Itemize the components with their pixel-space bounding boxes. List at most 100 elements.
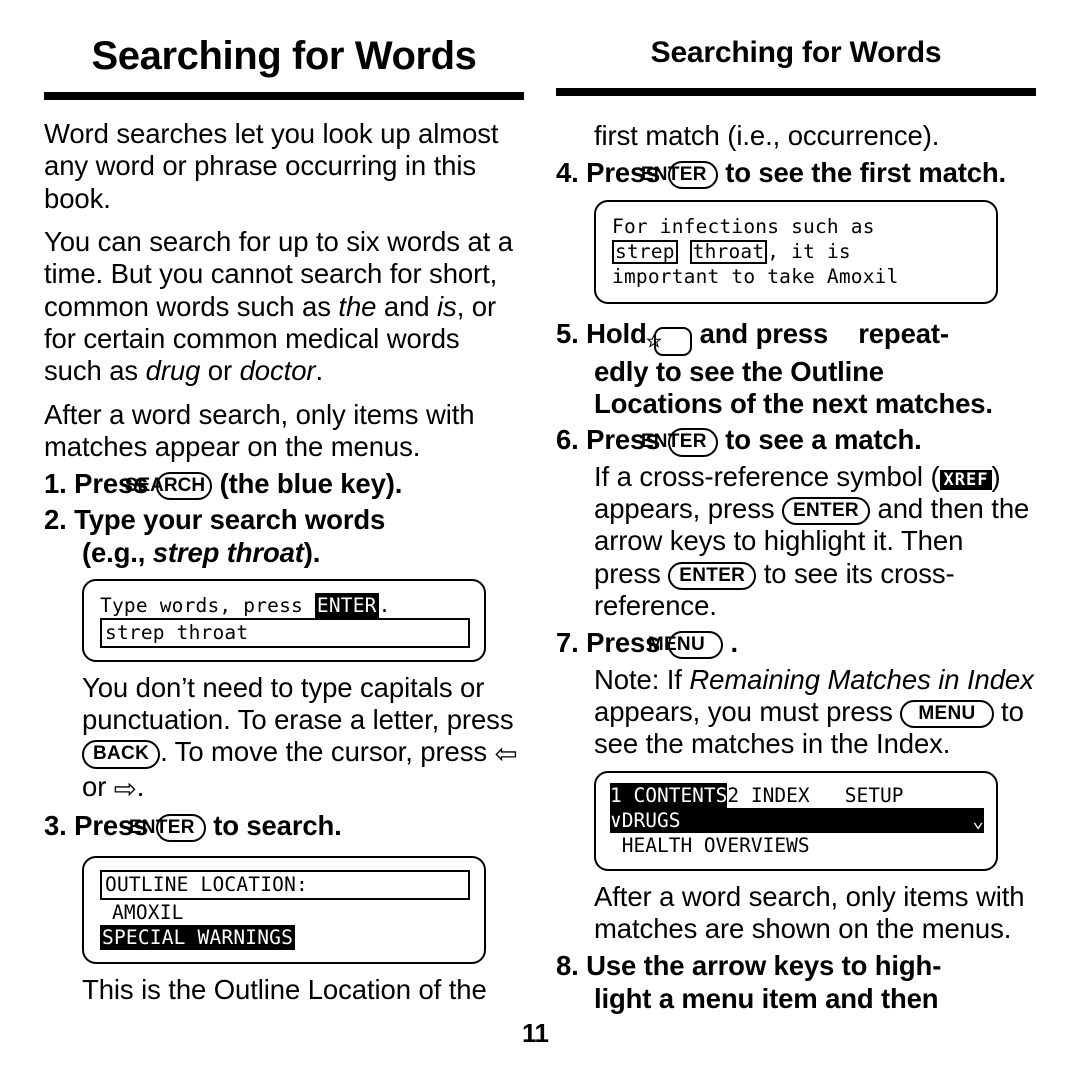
search-key-icon: SEARCH	[125, 472, 213, 501]
left-column: Searching for Words Word searches let yo…	[44, 0, 524, 1018]
step-2-line2-post: ).	[303, 536, 321, 568]
back-key-icon: BACK	[82, 740, 161, 769]
cross-reference-note: If a cross-reference symbol (XREF) appea…	[594, 461, 1036, 623]
step-6: 6. Press ENTER to see a match.	[556, 424, 1036, 457]
lcd-menu-screen: 1 CONTENTS 2 INDEX SETUP ∨DRUGS ⌄ HEALTH O…	[594, 770, 998, 871]
step-2-search-terms: strep throat	[152, 536, 304, 568]
intro-paragraph-2: You can search for up to six words at a …	[44, 226, 524, 388]
lcd-outline-row-2-label[interactable]: SPECIAL WARNINGS	[100, 925, 296, 951]
lcd-match-text-screen: For infections such as strep throat, it …	[594, 199, 998, 304]
intro2-part-e: .	[315, 355, 323, 387]
step-7-post: .	[730, 627, 738, 659]
lcd-outline-header: OUTLINE LOCATION:	[100, 870, 470, 900]
step-7: 7. Press MENU .	[556, 627, 1036, 660]
typing-note-c: or	[82, 770, 114, 802]
step-5-pre: Hold	[586, 317, 647, 349]
intro2-italic-is: is	[437, 290, 457, 322]
enter-key-icon: ENTER	[641, 428, 718, 457]
star-key-icon	[646, 326, 693, 356]
lcd-match-line-2: strep throat, it is	[612, 239, 982, 265]
intro2-italic-doctor: doctor	[239, 355, 316, 387]
step-2-line1: Type your search words	[74, 504, 386, 536]
intro2-part-b: and	[376, 290, 438, 322]
step-5-post: repeat-	[858, 317, 949, 349]
lcd-menu-row-drugs[interactable]: ∨DRUGS ⌄	[610, 807, 984, 834]
step-3: 3. Press ENTER to search.	[44, 810, 524, 843]
step-8: 8. Use the arrow keys to high- light a m…	[556, 950, 1036, 1015]
step-7-number: 7.	[556, 627, 579, 659]
step-5-number: 5.	[556, 317, 579, 349]
menu-note-a: Note: If	[594, 663, 690, 695]
page-number: 11	[522, 1018, 549, 1048]
lcd-type-prompt-a: Type words, press	[100, 594, 315, 618]
lcd-menu-tab-index-setup[interactable]: 2 INDEX SETUP	[727, 782, 904, 808]
menu-note: Note: If Remaining Matches in Index appe…	[594, 664, 1036, 761]
lcd-match-highlight-strep: strep	[612, 239, 678, 265]
intro-paragraph-3: After a word search, only items with mat…	[44, 398, 475, 462]
left-body: Word searches let you look up almost any…	[44, 100, 524, 1007]
step-1-post: (the blue key).	[219, 468, 403, 500]
enter-key-icon: ENTER	[782, 497, 870, 526]
lcd-type-words-screen: Type words, press ENTER. strep throat	[82, 579, 486, 662]
lcd-search-input-field[interactable]: strep throat	[100, 618, 470, 648]
xref-note-a: If a cross-reference symbol (	[594, 460, 940, 492]
lcd-outline-row-2: SPECIAL WARNINGS	[100, 925, 470, 951]
lcd-match-line-2-tail: , it is	[767, 239, 851, 263]
lcd-outline-row-1-label[interactable]: AMOXIL	[112, 901, 184, 924]
enter-key-icon: ENTER	[641, 161, 718, 190]
page-title-left: Searching for Words	[91, 34, 477, 78]
typing-note-a: You don’t need to type capitals or punct…	[82, 671, 514, 736]
step-4: 4. Press ENTER to see the first match.	[556, 157, 1036, 190]
typing-note-d: .	[136, 770, 145, 802]
step-2-line2-pre: (e.g.,	[82, 536, 153, 568]
title-rule-right	[556, 88, 1036, 96]
lcd-match-highlight-throat: throat	[689, 239, 768, 265]
lcd-menu-tab-contents[interactable]: 1 CONTENTS	[610, 782, 728, 808]
step-4-number: 4.	[556, 157, 579, 189]
intro2-part-d: or	[200, 355, 240, 387]
step-6-number: 6.	[556, 424, 579, 456]
menu-note-italic: Remaining Matches in Index	[689, 663, 1034, 695]
step-5-line3: Locations of the next matches.	[594, 388, 993, 420]
right-body: first match (i.e., occurrence). 4. Press…	[556, 96, 1036, 1015]
lcd-type-prompt-b: .	[378, 594, 391, 618]
step-8-number: 8.	[556, 950, 579, 982]
intro-paragraph-1: Word searches let you look up almost any…	[44, 118, 499, 214]
step-2: 2. Type your search words (e.g., strep t…	[44, 504, 524, 569]
step-6-post: to see a match.	[725, 424, 922, 456]
right-closing-line: After a word search, only items with mat…	[594, 880, 1025, 944]
arrow-right-icon: ⇨	[113, 772, 137, 804]
lcd-menu-row-health-label[interactable]: HEALTH OVERVIEWS	[610, 833, 984, 859]
lcd-menu-row-drugs-label[interactable]: ∨DRUGS	[610, 807, 973, 834]
lcd-menu-row-health[interactable]: HEALTH OVERVIEWS	[610, 833, 984, 859]
lcd-match-line-3: important to take Amoxil	[612, 265, 899, 289]
left-closing-line: This is the Outline Location of the	[82, 974, 487, 1006]
title-rule-left	[44, 92, 524, 100]
manual-page: Searching for Words Word searches let yo…	[0, 0, 1080, 1080]
typing-note-b: . To move the cursor, press	[160, 736, 495, 768]
lcd-match-line-1: For infections such as	[612, 214, 875, 238]
step-2-line2: (e.g., strep throat).	[82, 537, 524, 569]
step-8-line2: light a menu item and then	[594, 982, 939, 1014]
menu-key-icon: MENU	[648, 631, 723, 660]
lcd-outline-row-1: AMOXIL	[100, 900, 470, 925]
step-2-number: 2.	[44, 504, 67, 536]
step-5: 5. Hold and press repeat- edly to see the…	[556, 318, 1036, 421]
intro2-italic-the: the	[338, 290, 377, 322]
step-3-post: to search.	[213, 810, 342, 841]
step-1-number: 1.	[44, 468, 67, 500]
step-5-line2: edly to see the Outline	[594, 355, 884, 387]
step-1: 1. Press SEARCH (the blue key).	[44, 468, 524, 501]
step-8-line1: Use the arrow keys to high-	[586, 950, 942, 982]
menu-note-b: appears, you must press	[594, 695, 901, 727]
menu-key-icon: MENU	[900, 699, 994, 729]
lcd-menu-scroll-down-icon[interactable]: ⌄	[972, 807, 984, 834]
right-column: Searching for Words first match (i.e., o…	[556, 0, 1036, 1019]
typing-note: You don’t need to type capitals or punct…	[82, 672, 524, 805]
enter-key-icon: ENTER	[668, 561, 757, 590]
lcd-type-prompt: Type words, press ENTER.	[100, 593, 470, 619]
lcd-enter-chip: ENTER	[314, 593, 379, 619]
enter-key-icon: ENTER	[129, 814, 206, 843]
lcd-outline-location-screen: OUTLINE LOCATION: AMOXIL SPECIAL WARNING…	[82, 856, 486, 965]
step-3-number: 3.	[44, 810, 67, 841]
